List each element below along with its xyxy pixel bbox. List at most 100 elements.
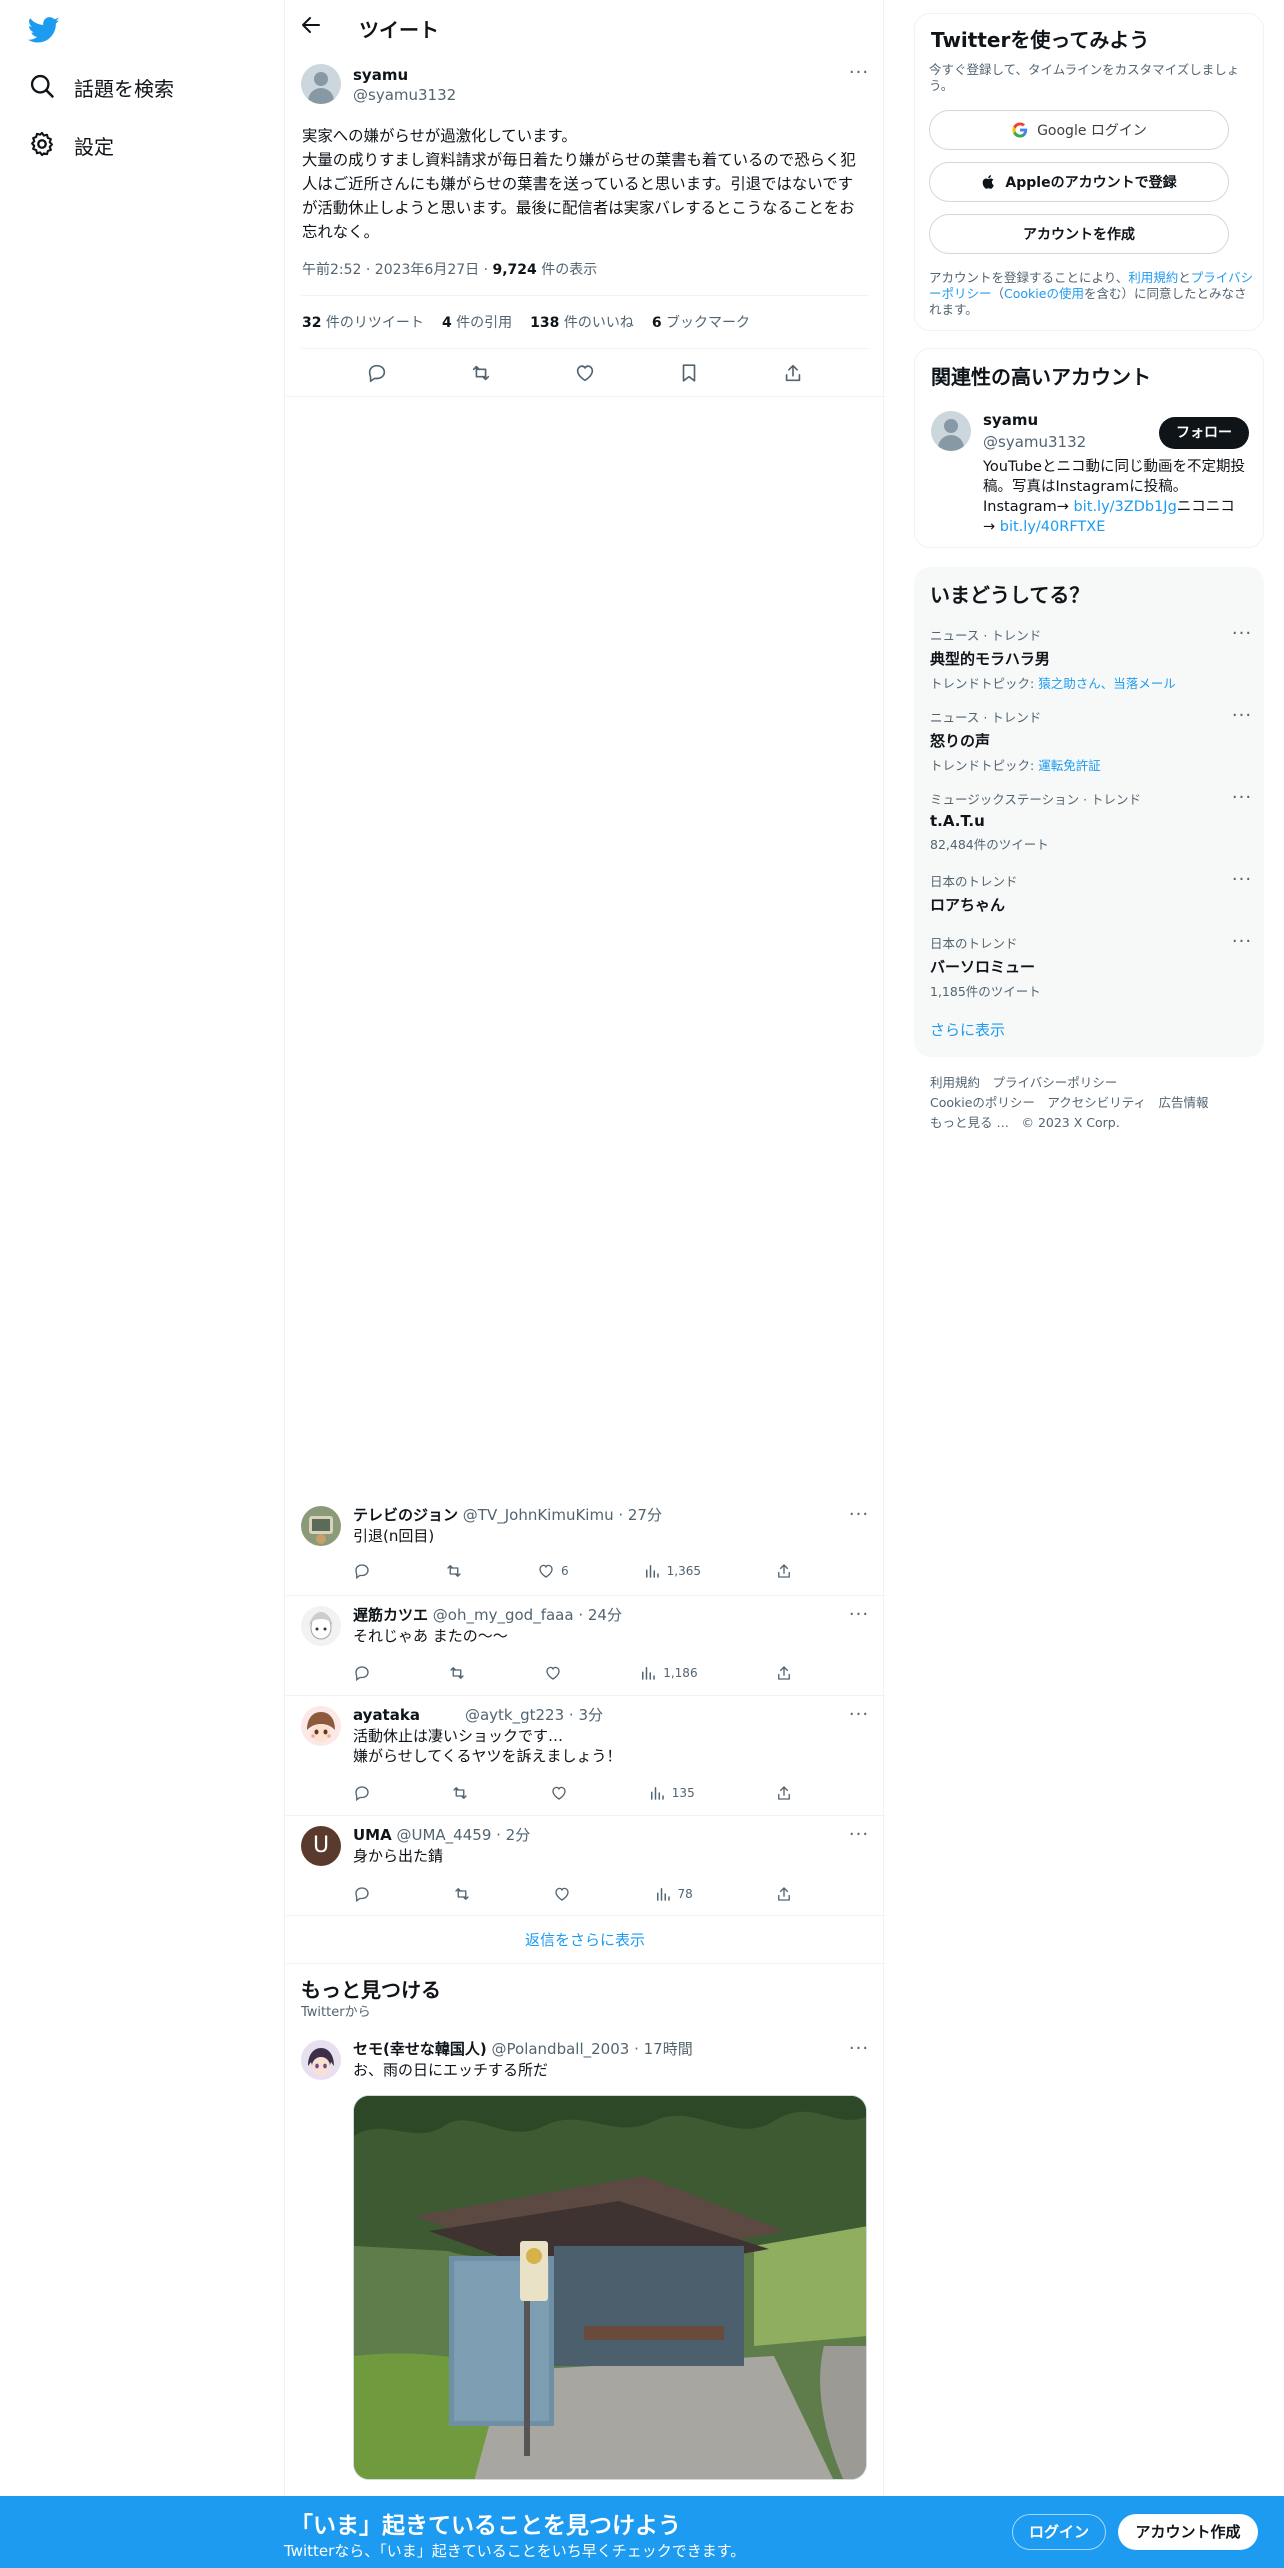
reply-item[interactable]: テレビのジョン @TV_JohnKimuKimu · 27分 引退(n回目) ·… xyxy=(285,1496,885,1596)
reply-handle[interactable]: @TV_JohnKimuKimu · 27分 xyxy=(463,1506,662,1524)
quote-count[interactable]: 4 件の引用 xyxy=(442,312,512,332)
reply-handle[interactable]: @oh_my_god_faaa · 24分 xyxy=(433,1606,622,1624)
avatar[interactable]: U xyxy=(301,1826,341,1866)
views-icon xyxy=(654,1885,672,1903)
retweet-count[interactable]: 32 件のリツイート xyxy=(302,312,424,332)
more-icon[interactable]: ··· xyxy=(1230,933,1254,957)
reply-name[interactable]: UMA xyxy=(353,1826,392,1844)
more-icon[interactable]: ··· xyxy=(847,2040,871,2064)
google-signup-label: Google ログイン xyxy=(1037,123,1147,139)
trend-item[interactable]: ニュース · トレンド 典型的モラハラ男 トレンドトピック: 猿之助さん、当落メ… xyxy=(930,625,1251,692)
retweet-icon[interactable] xyxy=(448,1664,466,1682)
avatar[interactable] xyxy=(301,1506,341,1546)
share-icon[interactable] xyxy=(775,1664,793,1682)
views-action[interactable]: 1,365 xyxy=(643,1562,701,1580)
views-action[interactable]: 1,186 xyxy=(639,1664,698,1682)
avatar[interactable] xyxy=(301,1706,341,1746)
views-action[interactable]: 135 xyxy=(648,1784,695,1802)
like-count[interactable]: 138 件のいいね xyxy=(530,312,634,332)
cookie-link[interactable]: Cookieの使用 xyxy=(1004,286,1084,301)
retweet-icon[interactable] xyxy=(470,362,492,384)
share-icon[interactable] xyxy=(775,1885,793,1903)
tweet-time[interactable]: 午前2:52 · 2023年6月27日 · xyxy=(302,262,493,278)
related-handle[interactable]: @syamu3132 xyxy=(983,433,1086,451)
like-icon[interactable] xyxy=(544,1664,562,1682)
more-icon[interactable]: ··· xyxy=(847,64,871,88)
trend-item[interactable]: ミュージックステーション · トレンド t.A.T.u 82,484件のツイート… xyxy=(930,789,1251,853)
reply-icon[interactable] xyxy=(353,1885,371,1903)
more-icon[interactable]: ··· xyxy=(1230,707,1254,731)
google-signup-button[interactable]: Google ログイン xyxy=(929,110,1229,150)
footer-line[interactable]: 利用規約 プライバシーポリシー xyxy=(930,1073,1209,1093)
like-action[interactable]: 6 xyxy=(537,1562,569,1580)
bio-link[interactable]: bit.ly/40RFTXE xyxy=(1000,519,1106,535)
reply-icon[interactable] xyxy=(353,1664,371,1682)
post-name[interactable]: セモ(幸せな韓国人) xyxy=(353,2040,487,2058)
nav-item-settings[interactable]: 設定 xyxy=(28,125,114,165)
views-action[interactable]: 78 xyxy=(654,1885,693,1903)
reply-name[interactable]: 遅筋カツエ xyxy=(353,1606,428,1624)
nav-item-explore[interactable]: 話題を検索 xyxy=(28,67,174,107)
bio-link[interactable]: bit.ly/3ZDb1Jg xyxy=(1074,499,1177,515)
avatar[interactable] xyxy=(931,411,971,451)
retweet-icon[interactable] xyxy=(451,1784,469,1802)
reply-icon[interactable] xyxy=(366,362,388,384)
share-icon[interactable] xyxy=(775,1562,793,1580)
login-button[interactable]: ログイン xyxy=(1012,2514,1106,2550)
author-handle[interactable]: @syamu3132 xyxy=(353,86,456,104)
terms-link[interactable]: 利用規約 xyxy=(1128,270,1178,285)
more-icon[interactable]: ··· xyxy=(847,1506,871,1530)
trend-item[interactable]: 日本のトレンド バーソロミュー 1,185件のツイート ··· xyxy=(930,933,1251,1000)
more-icon[interactable]: ··· xyxy=(1230,871,1254,895)
reply-icon[interactable] xyxy=(353,1784,371,1802)
reply-header: テレビのジョン @TV_JohnKimuKimu · 27分 xyxy=(353,1504,662,1525)
trend-item[interactable]: 日本のトレンド ロアちゃん ··· xyxy=(930,871,1251,915)
related-name[interactable]: syamu xyxy=(983,411,1038,429)
show-more-replies-link[interactable]: 返信をさらに表示 xyxy=(285,1916,885,1964)
trend-name: ロアちゃん xyxy=(930,896,1006,914)
like-icon[interactable] xyxy=(550,1784,568,1802)
trends-title: いまどうしてる？ xyxy=(930,583,1090,607)
create-account-button[interactable]: アカウントを作成 xyxy=(929,214,1229,254)
bookmark-count[interactable]: 6 ブックマーク xyxy=(652,312,750,332)
reply-handle[interactable]: @UMA_4459 · 2分 xyxy=(397,1826,531,1844)
more-icon[interactable]: ··· xyxy=(847,1706,871,1730)
trend-topic-link[interactable]: 猿之助さん、当落メール xyxy=(1038,676,1176,691)
trend-item[interactable]: ニュース · トレンド 怒りの声 トレンドトピック: 運転免許証 ··· xyxy=(930,707,1251,774)
footer-line[interactable]: Cookieのポリシー アクセシビリティ 広告情報 xyxy=(930,1093,1209,1113)
author-name[interactable]: syamu xyxy=(353,66,408,84)
like-icon[interactable] xyxy=(553,1885,571,1903)
back-arrow-icon[interactable] xyxy=(299,13,327,41)
follow-button[interactable]: フォロー xyxy=(1159,417,1249,449)
more-icon[interactable]: ··· xyxy=(847,1606,871,1630)
footer-line[interactable]: もっと見る … © 2023 X Corp. xyxy=(930,1113,1209,1133)
avatar[interactable] xyxy=(301,2040,341,2080)
trend-topic-link[interactable]: 運転免許証 xyxy=(1038,758,1101,773)
reply-icon[interactable] xyxy=(353,1562,371,1580)
signup-button[interactable]: アカウント作成 xyxy=(1118,2514,1258,2550)
reply-name[interactable]: ayataka xyxy=(353,1706,420,1724)
retweet-icon[interactable] xyxy=(445,1562,463,1580)
reply-name[interactable]: テレビのジョン xyxy=(353,1506,458,1524)
apple-signup-button[interactable]: Appleのアカウントで登録 xyxy=(929,162,1229,202)
share-icon[interactable] xyxy=(782,362,804,384)
bookmark-icon[interactable] xyxy=(678,362,700,384)
share-icon[interactable] xyxy=(775,1784,793,1802)
trends-show-more-link[interactable]: さらに表示 xyxy=(930,1019,1005,1040)
avatar[interactable] xyxy=(301,64,341,104)
reply-item[interactable]: ayataka @aytk_gt223 · 3分 活動休止は凄いショックです… … xyxy=(285,1696,885,1816)
more-icon[interactable]: ··· xyxy=(847,1826,871,1850)
more-icon[interactable]: ··· xyxy=(1230,789,1254,813)
more-icon[interactable]: ··· xyxy=(1230,625,1254,649)
trends-card: いまどうしてる？ ニュース · トレンド 典型的モラハラ男 トレンドトピック: … xyxy=(914,567,1264,1057)
post-handle[interactable]: @Polandball_2003 · 17時間 xyxy=(492,2040,693,2058)
post-image[interactable] xyxy=(353,2095,867,2480)
like-icon[interactable] xyxy=(574,362,596,384)
reply-item[interactable]: 遅筋カツエ @oh_my_god_faaa · 24分 それじゃあ またの〜〜 … xyxy=(285,1596,885,1696)
reply-handle[interactable]: @aytk_gt223 · 3分 xyxy=(465,1706,603,1724)
twitter-bird-icon[interactable] xyxy=(28,14,60,46)
gear-icon xyxy=(28,130,58,160)
retweet-icon[interactable] xyxy=(453,1885,471,1903)
reply-item[interactable]: U UMA @UMA_4459 · 2分 身から出た錆 ··· 78 xyxy=(285,1816,885,1916)
avatar[interactable] xyxy=(301,1606,341,1646)
